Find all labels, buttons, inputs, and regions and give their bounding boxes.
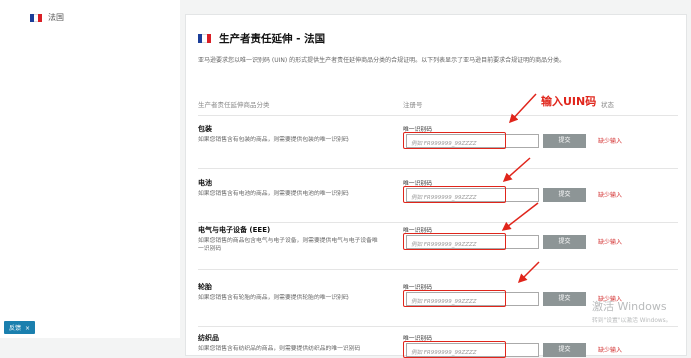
submit-button[interactable]: 提交 bbox=[543, 292, 586, 306]
submit-button[interactable]: 提交 bbox=[543, 188, 586, 202]
category-description: 如果您销售的商品包含电气与电子设备，则需要提供电气与电子设备唯一识别码 bbox=[198, 238, 378, 252]
watermark-subtitle: 转到"设置"以激活 Windows。 bbox=[592, 318, 672, 324]
sidebar: 法国 反馈 × bbox=[0, 0, 180, 338]
submit-button[interactable]: 提交 bbox=[543, 134, 586, 148]
france-flag-icon bbox=[198, 34, 211, 43]
row-divider bbox=[198, 269, 678, 270]
page-description: 亚马逊要求您以唯一识别码 (UIN) 的形式提供生产者责任延伸商品分类的合规证明… bbox=[198, 57, 566, 64]
row-divider bbox=[198, 168, 678, 169]
sidebar-item-label: 法国 bbox=[48, 13, 64, 22]
watermark-title: 激活 Windows bbox=[592, 300, 667, 313]
header-status: 状态 bbox=[601, 101, 614, 109]
page-title: 生产者责任延伸 - 法国 bbox=[198, 31, 325, 46]
page-title-text: 生产者责任延伸 - 法国 bbox=[219, 33, 326, 45]
submit-button[interactable]: 提交 bbox=[543, 235, 586, 249]
header-divider bbox=[198, 115, 678, 116]
highlight-box bbox=[403, 132, 506, 149]
category-description: 如果您销售含有电池的商品，则需要提供电池的唯一识别码 bbox=[198, 191, 349, 197]
category-name: 电气与电子设备 (EEE) bbox=[198, 226, 271, 234]
status-text: 缺少输入 bbox=[598, 138, 623, 145]
category-description: 如果您销售含有包装的商品，则需要提供包装的唯一识别码 bbox=[198, 137, 349, 143]
france-flag-icon bbox=[30, 13, 42, 22]
highlight-box bbox=[403, 341, 506, 358]
windows-watermark: 激活 Windows 转到"设置"以激活 Windows。 bbox=[592, 298, 671, 324]
status-text: 缺少输入 bbox=[598, 347, 623, 354]
status-text: 缺少输入 bbox=[598, 239, 623, 246]
highlight-box bbox=[403, 186, 506, 203]
category-name: 电池 bbox=[198, 179, 212, 187]
category-description: 如果您销售含有轮胎的商品，则需要提供轮胎的唯一识别码 bbox=[198, 295, 349, 301]
highlight-box bbox=[403, 233, 506, 250]
row-divider bbox=[198, 222, 678, 223]
category-name: 轮胎 bbox=[198, 283, 212, 291]
status-text: 缺少输入 bbox=[598, 192, 623, 199]
submit-button[interactable]: 提交 bbox=[543, 343, 586, 357]
highlight-box bbox=[403, 290, 506, 307]
row-divider bbox=[198, 326, 678, 327]
header-registration: 注册号 bbox=[403, 101, 423, 109]
category-name: 纺织品 bbox=[198, 334, 219, 342]
feedback-tag-label: 反馈 bbox=[9, 325, 22, 332]
annotation-label: 输入UIN码 bbox=[541, 95, 597, 108]
feedback-tag[interactable]: 反馈 × bbox=[4, 321, 36, 334]
category-name: 包装 bbox=[198, 125, 212, 133]
header-category: 生产者责任延伸商品分类 bbox=[198, 101, 270, 109]
close-icon[interactable]: × bbox=[25, 325, 30, 332]
category-description: 如果您销售含有纺织品的商品，则需要提供纺织品的唯一识别码 bbox=[198, 346, 361, 352]
sidebar-item-france[interactable]: 法国 bbox=[30, 12, 64, 23]
